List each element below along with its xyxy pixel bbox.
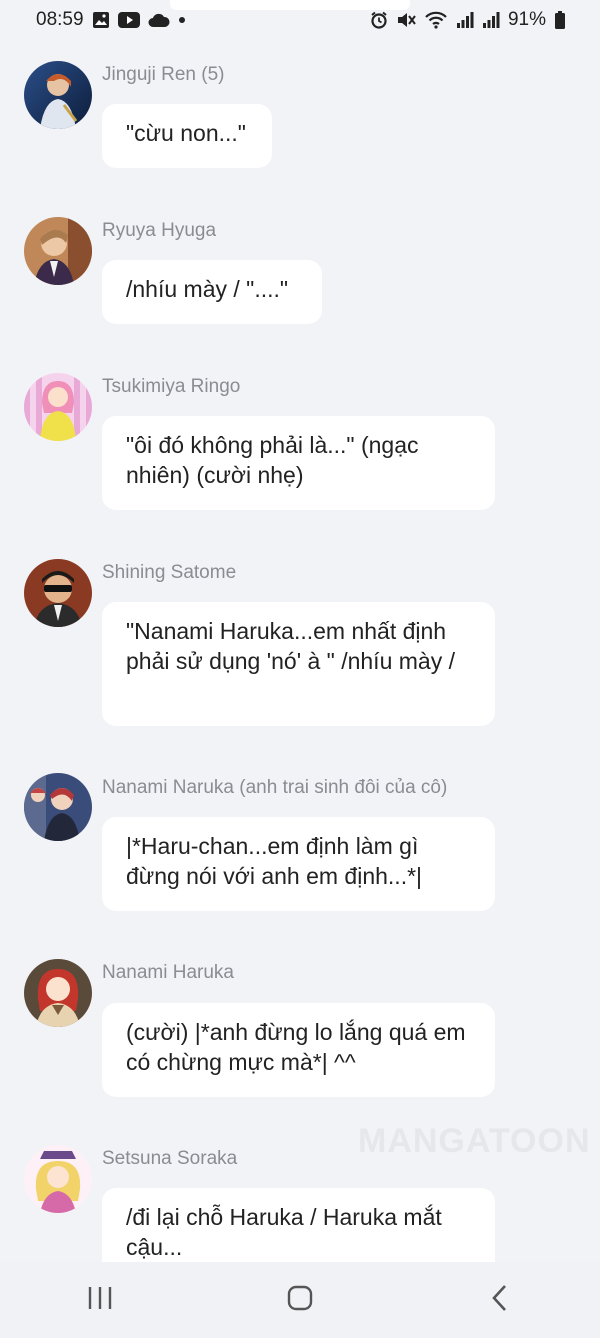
battery-percent: 91% [507,9,546,30]
message-bubble[interactable]: "Nanami Haruka...em nhất định phải sử dụ… [102,602,495,726]
avatar[interactable] [24,217,92,285]
avatar[interactable] [24,559,92,627]
recent-apps-icon [86,1285,114,1316]
signal-icon [482,11,500,29]
sender-name: Nanami Naruka (anh trai sinh đôi của cô) [102,777,448,798]
message-text: /đi lại chỗ Haruka / Haruka mắt cậu... [126,1204,442,1260]
avatar[interactable] [24,61,92,129]
status-right: 91% [370,9,566,31]
sender-name: Ryuya Hyuga [102,220,217,241]
message-text: "cừu non..." [126,120,246,146]
alarm-icon [370,11,388,29]
back-icon [490,1283,510,1318]
sender-name: Tsukimiya Ringo [102,376,241,397]
gallery-icon [92,11,110,29]
navigation-bar [0,1262,600,1338]
message-text: "Nanami Haruka...em nhất định phải sử dụ… [126,618,455,674]
avatar[interactable] [24,773,92,841]
message-bubble[interactable]: "cừu non..." [102,104,272,168]
sender-name: Setsuna Soraka [102,1148,238,1169]
sender-name: Jinguji Ren (5) [102,64,225,85]
cloud-icon [148,12,170,28]
message-text: /nhíu mày / "...." [126,276,289,302]
mute-icon [396,11,416,29]
status-left: 08:59 [36,9,186,31]
back-button[interactable] [470,1275,530,1325]
avatar[interactable] [24,1145,92,1213]
message-bubble[interactable]: "ôi đó không phải là..." (ngạc nhiên) (c… [102,416,495,510]
home-button[interactable] [270,1275,330,1325]
battery-icon [554,11,566,29]
sender-name: Shining Satome [102,562,237,583]
avatar[interactable] [24,373,92,441]
home-icon [286,1284,314,1317]
wifi-icon [424,11,448,29]
dot-icon [178,16,186,24]
watermark: MANGATOON [358,1122,591,1160]
message-text: "ôi đó không phải là..." (ngạc nhiên) (c… [126,432,419,488]
youtube-icon [117,12,140,28]
status-bar: 08:59 91% [0,0,600,40]
message-bubble[interactable]: |*Haru-chan...em định làm gì đừng nói vớ… [102,817,495,911]
recent-apps-button[interactable] [70,1275,130,1325]
sender-name: Nanami Haruka [102,962,234,983]
message-bubble[interactable]: (cười) |*anh đừng lo lắng quá em có chừn… [102,1003,495,1097]
avatar[interactable] [24,959,92,1027]
message-bubble[interactable]: /nhíu mày / "...." [102,260,322,324]
message-text: |*Haru-chan...em định làm gì đừng nói vớ… [126,833,423,889]
message-text: (cười) |*anh đừng lo lắng quá em có chừn… [126,1019,466,1075]
signal-icon [456,11,474,29]
status-time: 08:59 [36,9,84,30]
